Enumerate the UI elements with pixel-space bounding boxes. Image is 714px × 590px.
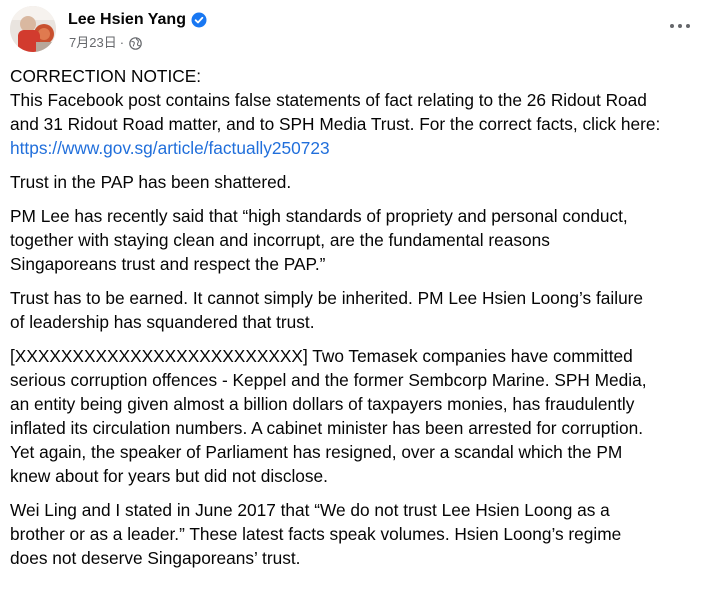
post-date[interactable]: 7月23日 [69,35,117,51]
post-paragraph: Trust in the PAP has been shattered. [10,170,710,194]
post-paragraph: PM Lee has recently said that “high stan… [10,204,710,276]
meta-separator: · [119,35,125,50]
globe-icon[interactable] [129,36,142,50]
verified-badge-icon [191,12,207,28]
paragraph-line: of leadership has squandered that trust. [10,312,315,332]
author-row: Lee Hsien Yang [68,10,207,30]
paragraph-line: This Facebook post contains false statem… [10,90,647,110]
avatar[interactable] [10,6,56,52]
paragraph-line: together with staying clean and incorrup… [10,230,550,250]
more-options-icon-dot [678,24,682,28]
paragraph-line: [XXXXXXXXXXXXXXXXXXXXXXXXX] Two Temasek … [10,346,633,366]
post-paragraph: [XXXXXXXXXXXXXXXXXXXXXXXXX] Two Temasek … [10,344,710,488]
correction-link[interactable]: https://www.gov.sg/article/factually2507… [10,136,710,160]
facebook-post: Lee Hsien Yang 7月23日 · CORRECTION NOTICE… [0,0,714,590]
paragraph-line: and 31 Ridout Road matter, and to SPH Me… [10,114,661,134]
paragraph-line: Singaporeans trust and respect the PAP.” [10,254,326,274]
paragraph-line: Trust has to be earned. It cannot simply… [10,288,644,308]
avatar-photo [10,6,56,52]
paragraph-line: Wei Ling and I stated in June 2017 that … [10,500,610,520]
paragraph-line: Yet again, the speaker of Parliament has… [10,442,623,462]
paragraph-line: knew about for years but did not disclos… [10,466,328,486]
post-paragraph: Wei Ling and I stated in June 2017 that … [10,498,710,570]
paragraph-line: inflated its circulation numbers. A cabi… [10,418,644,438]
more-options-icon [670,24,674,28]
correction-notice-paragraph: CORRECTION NOTICE: This Facebook post co… [10,64,710,160]
paragraph-line: brother or as a leader.” These latest fa… [10,524,622,544]
paragraph-line: Trust in the PAP has been shattered. [10,172,292,192]
more-options-button[interactable] [662,12,698,40]
post-meta: 7月23日 · [69,35,142,51]
paragraph-line: serious corruption offences - Keppel and… [10,370,647,390]
paragraph-line: an entity being given almost a billion d… [10,394,635,414]
post-header: Lee Hsien Yang 7月23日 · [10,6,704,56]
post-paragraph: Trust has to be earned. It cannot simply… [10,286,710,334]
post-body: CORRECTION NOTICE: This Facebook post co… [10,64,710,580]
author-name[interactable]: Lee Hsien Yang [68,10,186,30]
paragraph-line: does not deserve Singaporeans’ trust. [10,548,301,568]
paragraph-line: CORRECTION NOTICE: [10,66,202,86]
paragraph-line: PM Lee has recently said that “high stan… [10,206,628,226]
more-options-icon-dot [686,24,690,28]
